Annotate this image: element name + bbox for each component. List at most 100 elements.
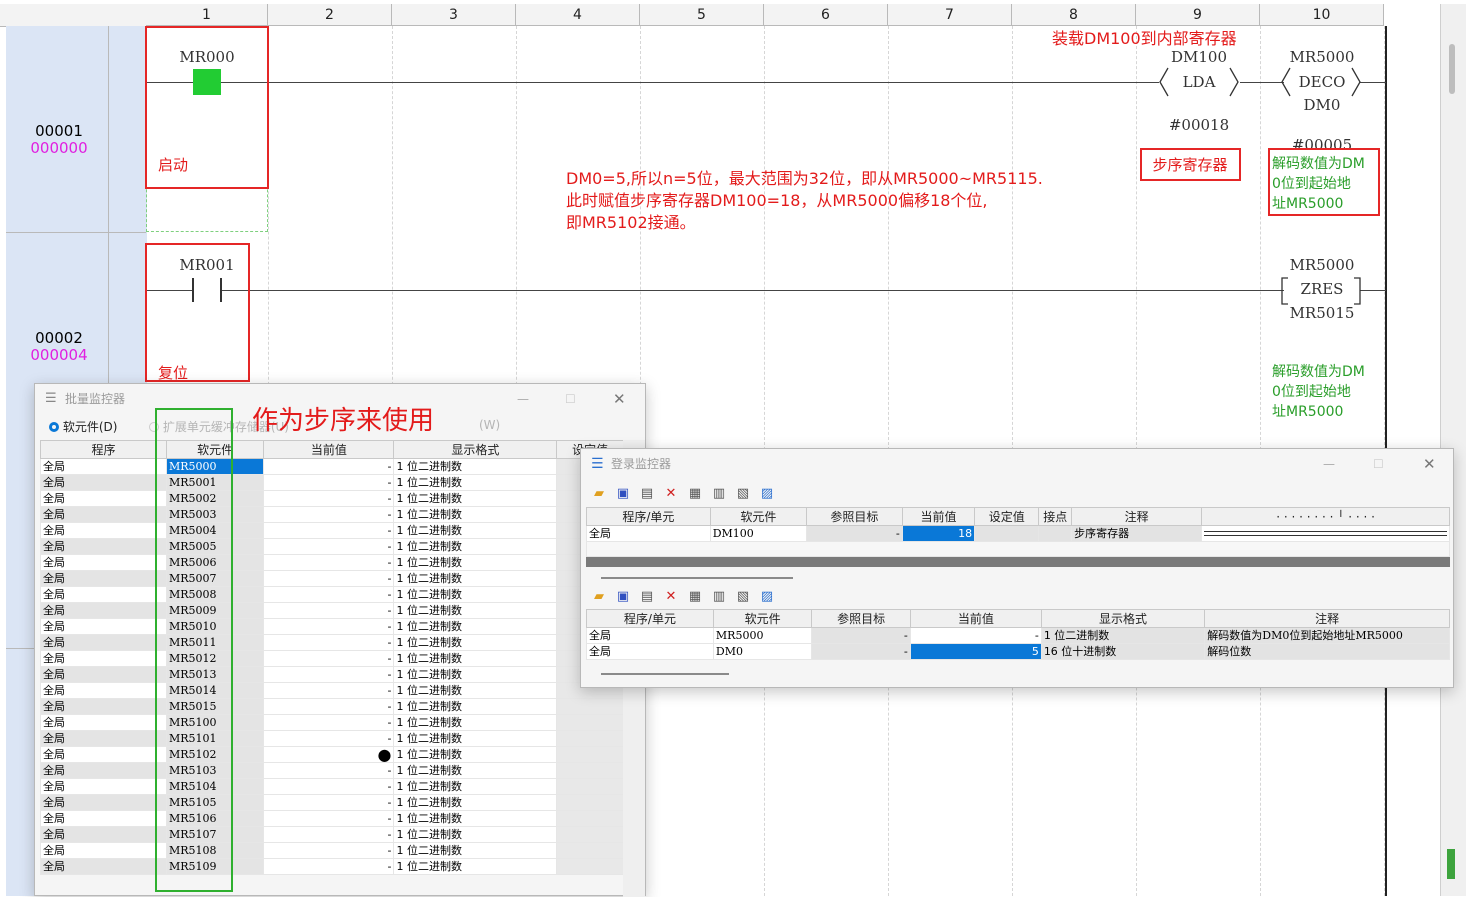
scrollbar-thumb[interactable] [1449,44,1455,94]
cell-val[interactable]: - [263,522,395,539]
reg-table-bottom[interactable]: 程序/单元 软元件 参照目标 当前值 显示格式 注释 全局 MR5000 - -… [586,609,1450,660]
column-header[interactable]: 2 [268,4,392,26]
close-icon[interactable]: ✕ [613,384,626,414]
cell-set[interactable] [556,826,624,843]
table-row[interactable]: 全局 DM100 - 18 步序寄存器 [586,525,1450,542]
table-row[interactable]: 全局 MR5105-1 位二进制数 [39,794,624,811]
open-folder-icon[interactable]: ▰ [591,486,607,502]
cell-val[interactable]: - [263,538,395,555]
table-row[interactable]: 全局 MR5010-1 位二进制数 [39,618,624,635]
reg-table-top[interactable]: 程序/单元 软元件 参照目标 当前值 设定值 接点 注释 · · · · · ·… [586,507,1450,557]
insert-row-icon[interactable]: ▥ [711,589,727,605]
splitter-bar[interactable] [586,557,1450,567]
col-header[interactable]: 软元件 [709,507,808,526]
cell-val[interactable]: - [263,554,395,571]
column-header[interactable]: 4 [516,4,640,26]
cell-value[interactable]: 18 [901,525,976,542]
cell-val[interactable]: - [263,714,395,731]
cell-set[interactable] [556,810,624,827]
table-row[interactable]: 全局 MR5014-1 位二进制数 [39,682,624,699]
table-row[interactable]: 全局 MR5013-1 位二进制数 [39,666,624,683]
cell-set[interactable] [556,762,624,779]
table-row[interactable]: 全局 MR5008-1 位二进制数 [39,586,624,603]
table-row[interactable]: 全局 MR5103-1 位二进制数 [39,762,624,779]
cell-set[interactable] [556,794,624,811]
cell-val[interactable]: - [263,826,395,843]
cell-format[interactable]: 16 位十进制数 [1040,643,1206,660]
cell-val[interactable]: - [263,618,395,635]
table-row[interactable]: 全局 MR5100-1 位二进制数 [39,714,624,731]
col-header[interactable]: 程序/单元 [586,609,714,628]
col-header[interactable]: 注释 [1204,609,1450,628]
col-header[interactable]: 注释 [1071,507,1203,526]
cell-set[interactable] [556,730,624,747]
cell-val[interactable]: - [263,682,395,699]
col-header[interactable]: 当前值 [909,609,1042,628]
h-scrollbar[interactable] [601,673,729,675]
cell-val[interactable]: - [263,458,395,475]
save-icon[interactable]: ▣ [615,589,631,605]
display-icon[interactable]: ▨ [759,486,775,502]
delete-icon[interactable]: ✕ [663,486,679,502]
column-header[interactable]: 1 [146,4,268,26]
table-row[interactable]: 全局 MR5006-1 位二进制数 [39,554,624,571]
maximize-icon[interactable]: ☐ [1373,449,1384,479]
col-header[interactable]: 当前值 [901,507,976,526]
cell-val[interactable]: - [263,810,395,827]
radio-device[interactable]: 软元件(D) [49,418,117,435]
table-row[interactable]: 全局 DM0 - 5 16 位十进制数 解码位数 [586,643,1450,660]
cell-val[interactable]: - [263,858,395,875]
table-row[interactable]: 全局 MR5015-1 位二进制数 [39,698,624,715]
column-header[interactable]: 6 [764,4,888,26]
cell-val[interactable]: - [263,474,395,491]
grid-icon[interactable]: ▦ [687,589,703,605]
col-header[interactable]: 显示格式 [393,440,558,459]
cell-val[interactable]: - [263,506,395,523]
maximize-icon[interactable]: ☐ [565,384,576,414]
cell-val[interactable]: - [263,602,395,619]
deco-instruction[interactable]: DECO [1290,73,1354,91]
cell-format[interactable]: 1 位二进制数 [1040,627,1206,644]
col-header[interactable]: 程序 [39,440,168,459]
insert-row-icon[interactable]: ▥ [711,486,727,502]
table-row[interactable]: 全局 MR5000 - - 1 位二进制数 解码数值为DM0位到起始地址MR50… [586,627,1450,644]
cell-val[interactable]: - [263,490,395,507]
col-header[interactable]: 当前值 [263,440,395,459]
column-header[interactable]: 10 [1260,4,1384,26]
table-row[interactable]: 全局 MR5104-1 位二进制数 [39,778,624,795]
cell-set[interactable] [556,858,624,875]
table-row[interactable]: 全局 MR5109-1 位二进制数 [39,858,624,875]
table-row[interactable]: 全局 MR5108-1 位二进制数 [39,842,624,859]
table-row[interactable]: 全局 MR5012-1 位二进制数 [39,650,624,667]
close-icon[interactable]: ✕ [1423,449,1436,479]
open-folder-icon[interactable]: ▰ [591,589,607,605]
cell-val[interactable]: - [263,650,395,667]
cell-set[interactable] [974,525,1040,542]
column-header[interactable]: 9 [1136,4,1260,26]
cell-val[interactable]: - [263,570,395,587]
register-icon[interactable]: ▤ [639,486,655,502]
cell-value[interactable]: - [909,627,1042,644]
table-row[interactable]: 全局 MR5007-1 位二进制数 [39,570,624,587]
table-row[interactable]: 全局 MR5009-1 位二进制数 [39,602,624,619]
minimize-icon[interactable]: — [1323,449,1335,479]
cell-val[interactable]: - [263,794,395,811]
col-header[interactable]: 接点 [1038,507,1073,526]
cell-value[interactable]: 5 [909,643,1042,660]
col-header[interactable]: 设定值 [974,507,1040,526]
cell-val[interactable]: - [263,586,395,603]
cell-val[interactable]: - [263,730,395,747]
col-header[interactable]: 参照目标 [806,507,903,526]
cell-set[interactable] [556,746,624,763]
batch-monitor-table[interactable]: 程序 软元件 当前值 显示格式 设定值 全局MR5000-1 位二进制数全局MR… [39,440,624,875]
cell-val[interactable]: - [263,762,395,779]
table-row[interactable]: 全局 MR5000-1 位二进制数 [39,458,624,475]
col-header[interactable]: 参照目标 [811,609,911,628]
table-row[interactable]: 全局 MR5004-1 位二进制数 [39,522,624,539]
cell-set[interactable] [556,698,624,715]
lda-instruction[interactable]: LDA [1168,73,1230,91]
table-row[interactable]: 全局 MR5101-1 位二进制数 [39,730,624,747]
table-row[interactable]: 全局 MR5005-1 位二进制数 [39,538,624,555]
reg-monitor-titlebar[interactable]: ☰ 登录监控器 — ☐ ✕ [581,449,1453,479]
grid-icon[interactable]: ▦ [687,486,703,502]
